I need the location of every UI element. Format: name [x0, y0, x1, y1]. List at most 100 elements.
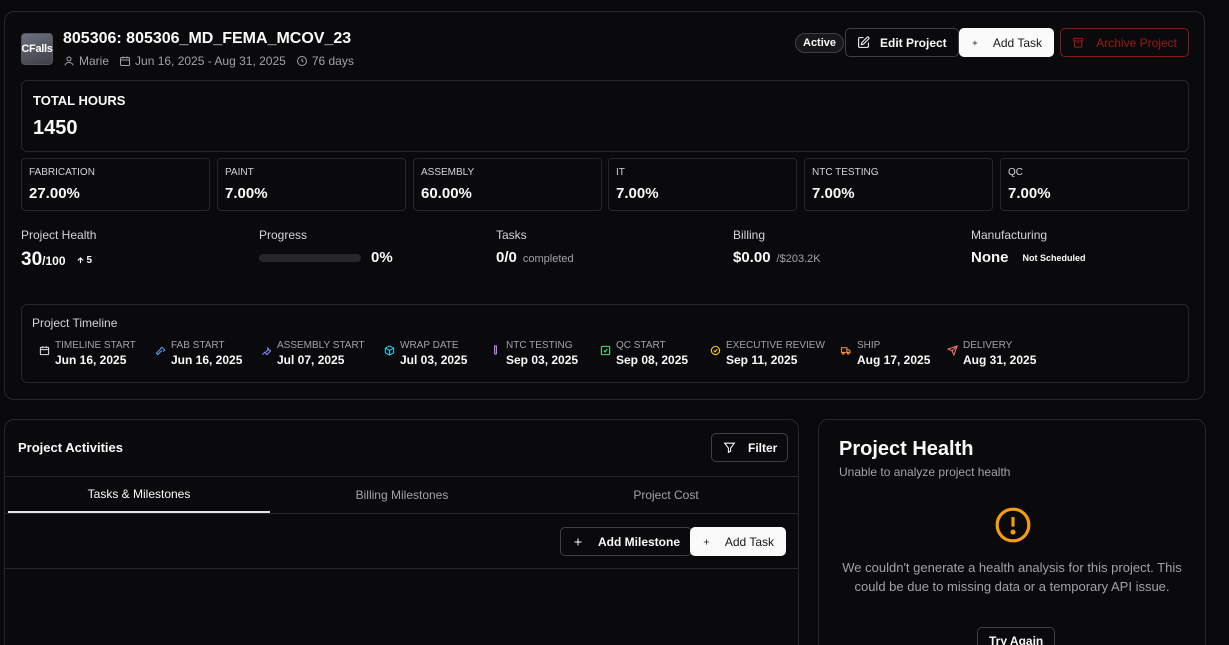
stat-project-health: Project Health 30 /100 5 — [21, 228, 96, 271]
dept-label: ASSEMBLY — [421, 167, 475, 178]
filter-label: Filter — [748, 440, 778, 455]
dept-value: 27.00% — [29, 185, 80, 202]
milestone-date: Sep 08, 2025 — [616, 353, 689, 367]
dept-label: NTC TESTING — [812, 167, 879, 178]
filter-button[interactable]: Filter — [711, 433, 789, 462]
add-task-secondary-label: Add Task — [724, 534, 774, 549]
duration-text: 76 days — [311, 54, 354, 68]
total-hours-value: 1450 — [33, 117, 78, 139]
arrow-up-icon — [76, 257, 84, 264]
milestone-label: ASSEMBLY START — [277, 340, 365, 351]
user-icon — [64, 56, 74, 66]
wrench-icon — [262, 346, 272, 356]
health-max: /100 — [42, 254, 66, 268]
activities-divider — [5, 568, 798, 569]
timeline-title: Project Timeline — [32, 316, 118, 330]
activities-title: Project Activities — [18, 440, 124, 455]
milestone-date: Sep 03, 2025 — [506, 353, 579, 367]
dept-value: 60.00% — [421, 185, 472, 202]
stat-label: Tasks — [496, 228, 527, 242]
progress-bar — [259, 253, 361, 262]
dept-value: 7.00% — [1008, 185, 1051, 202]
total-hours-box: TOTAL HOURS 1450 — [21, 80, 1189, 152]
try-again-button[interactable]: Try Again — [977, 627, 1056, 645]
project-meta: Marie Jun 16, 2025 - Aug 31, 2025 76 day… — [63, 54, 354, 68]
milestone-ntc-testing: NTC TESTING Sep 03, 2025 — [490, 340, 578, 367]
milestone-label: DELIVERY — [963, 340, 1013, 351]
milestone-label: SHIP — [857, 340, 881, 351]
add-milestone-label: Add Milestone — [598, 534, 681, 549]
milestone-fab-start: FAB START Jun 16, 2025 — [155, 340, 242, 367]
dept-label: QC — [1008, 167, 1023, 178]
health-delta-value: 5 — [86, 255, 93, 266]
health-panel-message: We couldn't generate a health analysis f… — [842, 560, 1182, 594]
milestone-date: Aug 17, 2025 — [857, 353, 931, 367]
progress-value: 0% — [371, 249, 393, 266]
milestone-executive-review: EXECUTIVE REVIEW Sep 11, 2025 — [710, 340, 825, 367]
date-range: Jun 16, 2025 - Aug 31, 2025 — [135, 54, 286, 68]
milestone-label: WRAP DATE — [400, 340, 459, 351]
dept-ntc-testing: NTC TESTING 7.00% — [804, 158, 993, 211]
add-task-secondary-button[interactable]: Add Task — [690, 527, 786, 556]
stat-manufacturing: Manufacturing None Not Scheduled — [971, 228, 1092, 266]
health-panel-subtitle: Unable to analyze project health — [839, 465, 1011, 479]
milestone-label: QC START — [616, 340, 666, 351]
activities-tabs: Tasks & Milestones Billing Milestones Pr… — [5, 476, 798, 514]
stat-label: Manufacturing — [971, 228, 1048, 242]
dept-label: IT — [616, 167, 625, 178]
plus-icon — [972, 40, 978, 45]
plus-icon — [703, 538, 710, 545]
milestone-timeline-start: TIMELINE START Jun 16, 2025 — [39, 340, 136, 367]
dept-label: FABRICATION — [29, 167, 95, 178]
owner-name: Marie — [79, 54, 110, 68]
project-health-card: Project Health Unable to analyze project… — [818, 419, 1206, 645]
status-badge: Active — [795, 33, 845, 53]
archive-project-button[interactable]: Archive Project — [1060, 28, 1189, 57]
alert-circle-icon — [995, 507, 1031, 543]
milestone-date: Jun 16, 2025 — [55, 353, 127, 367]
milestone-label: FAB START — [171, 340, 225, 351]
calendar-icon — [120, 56, 131, 66]
test-tube-icon — [494, 345, 497, 355]
billing-total: /$203.2K — [776, 253, 821, 265]
clock-icon — [296, 56, 307, 66]
package-icon — [384, 345, 395, 356]
manufacturing-status-badge: Not Scheduled — [1022, 252, 1086, 263]
milestone-date: Jun 16, 2025 — [171, 353, 243, 367]
manufacturing-value: None — [971, 249, 1009, 266]
milestone-ship: SHIP Aug 17, 2025 — [840, 340, 930, 367]
dept-paint: PAINT 7.00% — [217, 158, 406, 211]
milestone-assembly-start: ASSEMBLY START Jul 07, 2025 — [261, 340, 365, 367]
milestone-qc-start: QC START Sep 08, 2025 — [600, 340, 688, 367]
milestone-date: Sep 11, 2025 — [726, 353, 798, 367]
tab-tasks-milestones[interactable]: Tasks & Milestones — [8, 477, 270, 513]
edit-project-button[interactable]: Edit Project — [845, 28, 959, 57]
archive-icon — [1073, 37, 1084, 48]
project-duration: 76 days — [296, 54, 354, 68]
milestone-date: Jul 07, 2025 — [277, 353, 345, 367]
calendar-icon — [39, 346, 50, 356]
stat-tasks: Tasks 0/0 completed — [496, 228, 574, 266]
dept-fabrication: FABRICATION 27.00% — [21, 158, 210, 211]
milestone-date: Aug 31, 2025 — [963, 353, 1037, 367]
tasks-value: 0/0 — [496, 249, 517, 266]
edit-project-label: Edit Project — [880, 35, 947, 50]
add-task-button[interactable]: Add Task — [959, 28, 1054, 57]
tab-billing-milestones[interactable]: Billing Milestones — [270, 477, 534, 513]
dept-it: IT 7.00% — [608, 158, 797, 211]
stat-progress: Progress 0% — [259, 228, 393, 266]
health-delta: 5 — [76, 255, 93, 266]
milestone-delivery: DELIVERY Aug 31, 2025 — [947, 340, 1036, 367]
dept-label: PAINT — [225, 167, 254, 178]
project-dates: Jun 16, 2025 - Aug 31, 2025 — [119, 54, 286, 68]
tab-project-cost[interactable]: Project Cost — [534, 477, 798, 513]
health-score: 30 — [21, 249, 43, 270]
hammer-icon — [155, 346, 166, 356]
milestone-label: EXECUTIVE REVIEW — [726, 340, 825, 351]
project-owner: Marie — [63, 54, 109, 68]
project-logo: CFalls — [21, 33, 53, 65]
truck-icon — [840, 347, 851, 355]
project-title: 805306: 805306_MD_FEMA_MCOV_23 — [63, 30, 352, 47]
send-icon — [947, 345, 958, 356]
add-milestone-button[interactable]: Add Milestone — [560, 527, 693, 556]
